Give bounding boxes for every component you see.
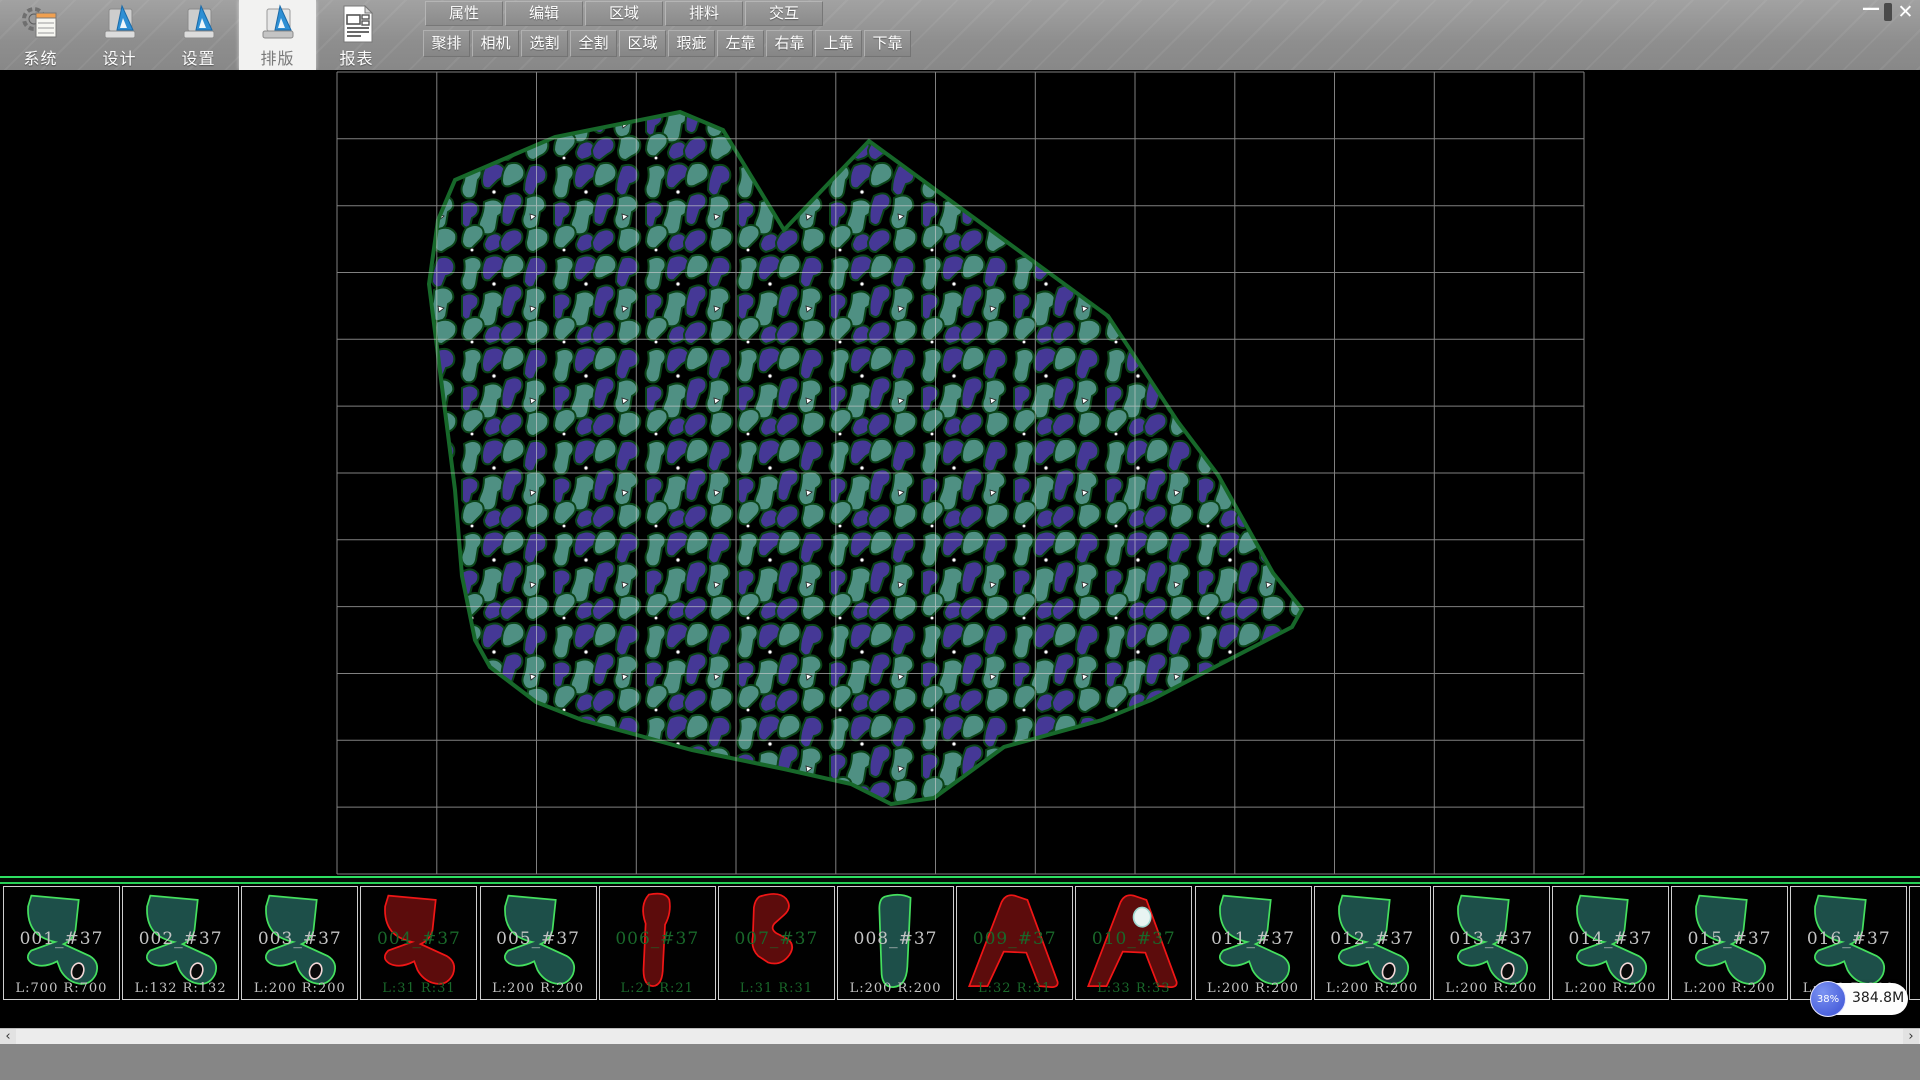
piece-cell[interactable]: 012_#37 L:200 R:200 — [1314, 886, 1431, 1000]
memory-badge: 38% 384.8M — [1812, 983, 1908, 1015]
piece-cell[interactable]: 004_#37 L:31 R:31 — [360, 886, 477, 1000]
piece-id: 013_#37 — [1434, 929, 1549, 949]
tab-design[interactable]: 设计 — [81, 0, 158, 70]
ruler-laptop-icon — [100, 3, 140, 45]
piece-id: 016_#37 — [1791, 929, 1906, 949]
menu-edit[interactable]: 编辑 — [505, 1, 583, 26]
piece-lr-count: L:21 R:21 — [600, 981, 715, 996]
piece-cell[interactable]: 010_#37 L:33 R:33 — [1075, 886, 1192, 1000]
piece-id: 015_#37 — [1672, 929, 1787, 949]
piece-cell[interactable]: 013_#37 L:200 R:200 — [1433, 886, 1550, 1000]
piece-id: 004_#37 — [361, 929, 476, 949]
piece-id: 001_#37 — [4, 929, 119, 949]
piece-id: 006_#37 — [600, 929, 715, 949]
tool-cluster-nest[interactable]: 聚排 — [423, 30, 470, 57]
tool-align-left[interactable]: 左靠 — [717, 30, 764, 57]
piece-lr-count: L:200 R:200 — [1315, 981, 1430, 996]
tool-select-cut[interactable]: 选割 — [521, 30, 568, 57]
menu-region[interactable]: 区域 — [585, 1, 663, 26]
piece-id: 012_#37 — [1315, 929, 1430, 949]
menu-interact[interactable]: 交互 — [745, 1, 823, 26]
piece-cell[interactable]: 007_#37 L:31 R:31 — [718, 886, 835, 1000]
close-button[interactable]: ✕ — [1892, 2, 1919, 22]
ruler-laptop-icon — [258, 3, 298, 45]
scroll-left-icon[interactable]: ‹ — [0, 1029, 16, 1044]
hide-layout-view — [0, 70, 1920, 876]
tool-region[interactable]: 区域 — [619, 30, 666, 57]
piece-lr-count: L: — [1910, 981, 1920, 996]
piece-id: 003_#37 — [242, 929, 357, 949]
piece-lr-count: L:700 R:700 — [4, 981, 119, 996]
piece-lr-count: L:200 R:200 — [1434, 981, 1549, 996]
piece-id: 007_#37 — [719, 929, 834, 949]
piece-cell[interactable]: 005_#37 L:200 R:200 — [480, 886, 597, 1000]
piece-cell[interactable]: 014_#37 L:200 R:200 — [1552, 886, 1669, 1000]
tool-align-bottom[interactable]: 下靠 — [864, 30, 911, 57]
piece-cell[interactable]: 001_#37 L:700 R:700 — [3, 886, 120, 1000]
tab-report[interactable]: 报表 — [318, 0, 395, 70]
piece-lr-count: L:200 R:200 — [1553, 981, 1668, 996]
tab-settings-label: 设置 — [160, 45, 237, 69]
report-document-icon — [337, 3, 377, 45]
piece-cell[interactable]: 003_#37 L:200 R:200 — [241, 886, 358, 1000]
piece-cell[interactable]: 011_#37 L:200 R:200 — [1195, 886, 1312, 1000]
piece-id: 005_#37 — [481, 929, 596, 949]
tool-camera[interactable]: 相机 — [472, 30, 519, 57]
scroll-right-icon[interactable]: › — [1903, 1029, 1919, 1044]
strip-lower-gap — [0, 1003, 1920, 1028]
tab-system-label: 系统 — [2, 45, 79, 69]
piece-lr-count: L:200 R:200 — [1672, 981, 1787, 996]
memory-percent: 38% — [1810, 981, 1846, 1017]
tab-report-label: 报表 — [318, 45, 395, 69]
piece-cell[interactable]: 008_#37 L:200 R:200 — [837, 886, 954, 1000]
piece-cell[interactable]: 015_#37 L:200 R:200 — [1671, 886, 1788, 1000]
status-bar — [0, 1044, 1920, 1080]
tool-align-top[interactable]: 上靠 — [815, 30, 862, 57]
minimize-button[interactable]: — — [1856, 2, 1886, 22]
piece-lr-count: L:31 R:31 — [361, 981, 476, 996]
menu-properties[interactable]: 属性 — [425, 1, 503, 26]
toolbar: 系统 设计 设置 — [0, 0, 1920, 70]
nesting-canvas[interactable] — [0, 70, 1920, 876]
piece-lr-count: L:200 R:200 — [1196, 981, 1311, 996]
piece-cell[interactable]: 002_#37 L:132 R:132 — [122, 886, 239, 1000]
tool-defect[interactable]: 瑕疵 — [668, 30, 715, 57]
tab-design-label: 设计 — [81, 45, 158, 69]
piece-id: 011_#37 — [1196, 929, 1311, 949]
piece-strip: 001_#37L:700 R:700002_#37L:132 R:132003_… — [0, 884, 1920, 1003]
piece-lr-count: L:33 R:33 — [1076, 981, 1191, 996]
piece-lr-count: L:132 R:132 — [123, 981, 238, 996]
maximize-button[interactable] — [1884, 3, 1892, 21]
piece-cell[interactable]: 009_#37 L:32 R:31 — [956, 886, 1073, 1000]
leather-hide[interactable] — [429, 112, 1302, 804]
strip-separator — [0, 876, 1920, 884]
tab-system[interactable]: 系统 — [2, 0, 79, 70]
piece-lr-count: L:200 R:200 — [242, 981, 357, 996]
piece-id: 002_#37 — [123, 929, 238, 949]
tool-cut-all[interactable]: 全割 — [570, 30, 617, 57]
tab-nesting-label: 排版 — [239, 45, 316, 69]
piece-cell[interactable]: 0 L: — [1909, 886, 1920, 1000]
tab-nesting[interactable]: 排版 — [239, 0, 316, 70]
application-window: 系统 设计 设置 — [0, 0, 1920, 1080]
piece-id: 014_#37 — [1553, 929, 1668, 949]
gear-notebook-icon — [21, 3, 61, 45]
tab-settings[interactable]: 设置 — [160, 0, 237, 70]
piece-cell[interactable]: 006_#37 L:21 R:21 — [599, 886, 716, 1000]
tool-align-right[interactable]: 右靠 — [766, 30, 813, 57]
memory-value: 384.8M — [1852, 983, 1904, 1014]
menu-nest[interactable]: 排料 — [665, 1, 743, 26]
piece-lr-count: L:31 R:31 — [719, 981, 834, 996]
piece-id: 009_#37 — [957, 929, 1072, 949]
piece-id: 008_#37 — [838, 929, 953, 949]
piece-lr-count: L:200 R:200 — [838, 981, 953, 996]
ruler-laptop-icon — [179, 3, 219, 45]
piece-lr-count: L:32 R:31 — [957, 981, 1072, 996]
piece-id: 010_#37 — [1076, 929, 1191, 949]
horizontal-scrollbar[interactable]: ‹ › — [0, 1028, 1920, 1044]
piece-lr-count: L:200 R:200 — [481, 981, 596, 996]
piece-id: 0 — [1910, 929, 1920, 949]
